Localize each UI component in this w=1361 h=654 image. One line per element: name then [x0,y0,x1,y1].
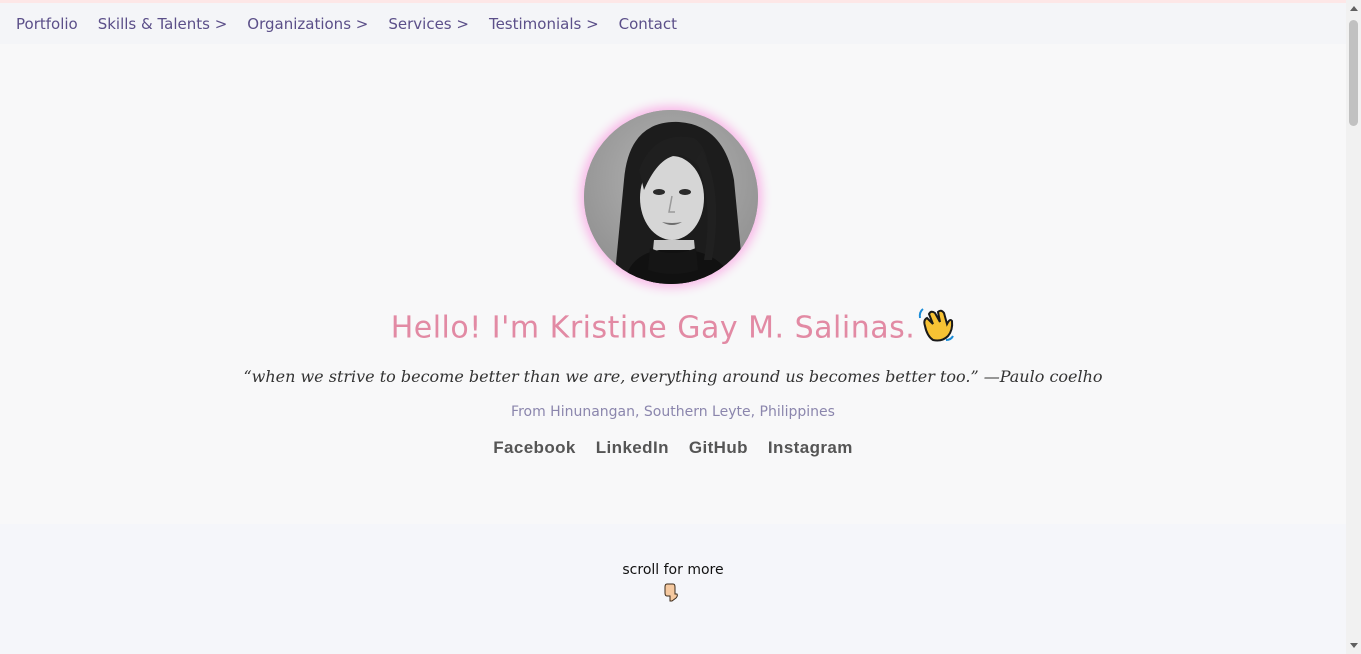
pointing-down-hand-icon [663,582,679,606]
instagram-link[interactable]: Instagram [768,438,853,458]
github-link[interactable]: GitHub [689,438,748,458]
social-links: Facebook LinkedIn GitHub Instagram [0,438,1346,458]
linkedin-link[interactable]: LinkedIn [596,438,669,458]
nav-contact[interactable]: Contact [619,15,677,33]
facebook-link[interactable]: Facebook [493,438,576,458]
scroll-section: scroll for more [0,524,1346,654]
hero-location: From Hinunangan, Southern Leyte, Philipp… [511,404,835,420]
hero-section: Hello! I'm Kristine Gay M. Salinas. “whe… [0,44,1346,524]
hero-quote: “when we strive to become better than we… [243,367,1103,386]
profile-avatar [584,110,758,284]
headline-text: Hello! I'm Kristine Gay M. Salinas. [390,310,916,346]
scroll-up-arrow-icon[interactable] [1350,6,1358,11]
scroll-for-more-text: scroll for more [622,562,724,578]
hero-headline: Hello! I'm Kristine Gay M. Salinas. [0,306,1346,352]
vertical-scrollbar[interactable] [1346,0,1361,654]
top-navigation: Portfolio Skills & Talents > Organizatio… [0,3,1346,44]
nav-services[interactable]: Services > [388,15,469,33]
scroll-down-arrow-icon[interactable] [1350,643,1358,648]
profile-photo [584,110,758,284]
waving-hand-icon [917,306,955,352]
nav-testimonials[interactable]: Testimonials > [489,15,599,33]
nav-organizations[interactable]: Organizations > [247,15,368,33]
nav-portfolio[interactable]: Portfolio [16,15,78,33]
nav-skills-talents[interactable]: Skills & Talents > [98,15,228,33]
scrollbar-thumb[interactable] [1349,20,1358,126]
